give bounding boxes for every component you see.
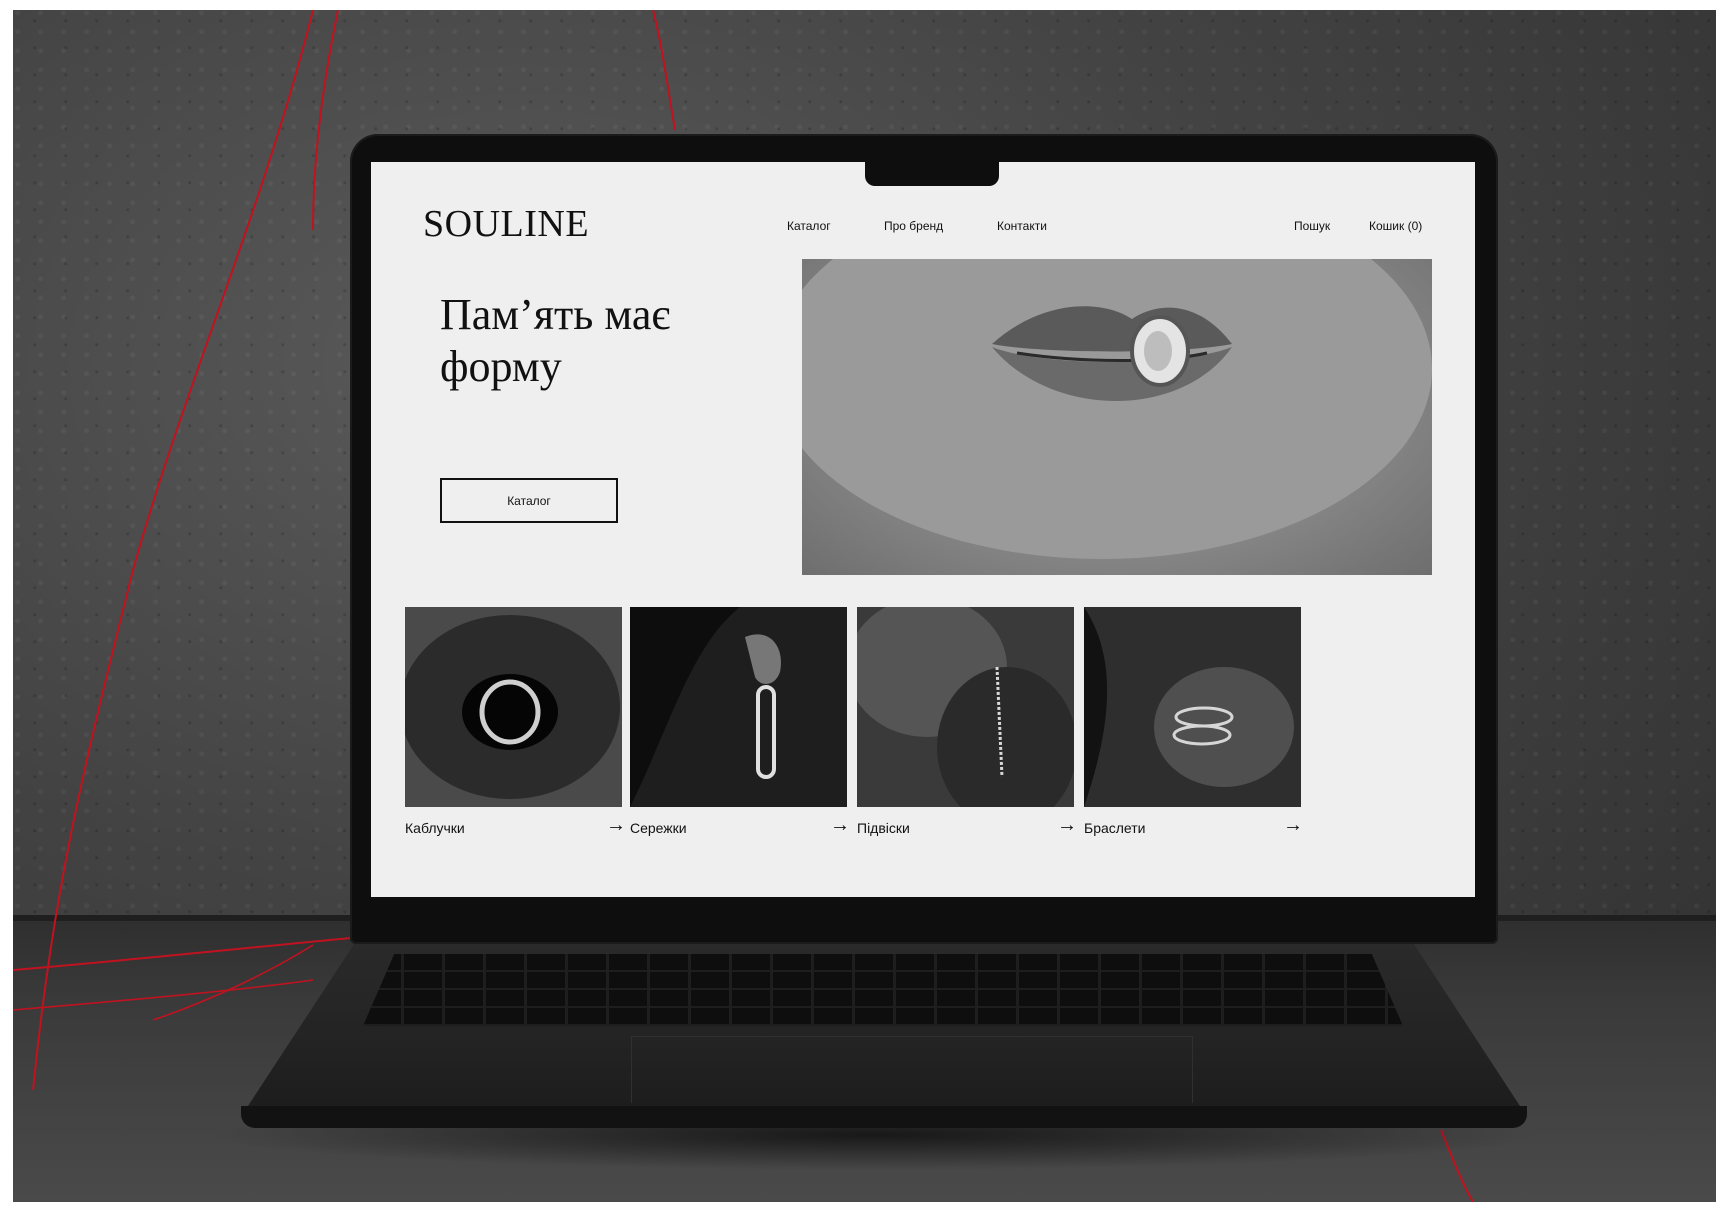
category-label-pendants[interactable]: Підвіски	[857, 820, 910, 836]
laptop-screen: SOULINE Каталог Про бренд Контакти Пошук…	[371, 162, 1475, 897]
arrow-right-icon[interactable]: →	[830, 814, 850, 837]
category-image-rings[interactable]	[405, 607, 622, 807]
nav-about-link[interactable]: Про бренд	[884, 219, 943, 233]
arm-bracelets-illustration	[1084, 607, 1301, 807]
hero-image[interactable]	[802, 259, 1432, 575]
laptop-trackpad	[631, 1036, 1193, 1103]
catalog-button[interactable]: Каталог	[440, 478, 618, 523]
camera-notch	[865, 162, 999, 186]
category-label-earrings[interactable]: Сережки	[630, 820, 687, 836]
arrow-right-icon[interactable]: →	[1283, 814, 1303, 837]
laptop-keyboard	[363, 954, 1403, 1026]
hero-title: Пам’ять має форму	[440, 290, 671, 391]
nav-catalog-link[interactable]: Каталог	[787, 219, 831, 233]
ear-earring-illustration	[630, 607, 847, 807]
category-label-rings[interactable]: Каблучки	[405, 820, 465, 836]
cart-link[interactable]: Кошик (0)	[1369, 219, 1422, 233]
nav-contacts-link[interactable]: Контакти	[997, 219, 1047, 233]
brand-logo[interactable]: SOULINE	[423, 202, 589, 246]
wrist-chain-illustration	[857, 607, 1074, 807]
category-label-bracelets[interactable]: Браслети	[1084, 820, 1145, 836]
category-image-pendants[interactable]	[857, 607, 1074, 807]
arrow-right-icon[interactable]: →	[606, 814, 626, 837]
mouth-ring-illustration	[405, 607, 622, 807]
search-link[interactable]: Пошук	[1294, 219, 1330, 233]
laptop-front-edge	[241, 1106, 1527, 1128]
photo-background: SOULINE Каталог Про бренд Контакти Пошук…	[13, 10, 1716, 1202]
category-image-earrings[interactable]	[630, 607, 847, 807]
arrow-right-icon[interactable]: →	[1057, 814, 1077, 837]
lips-with-ring-illustration	[802, 259, 1432, 559]
category-image-bracelets[interactable]	[1084, 607, 1301, 807]
